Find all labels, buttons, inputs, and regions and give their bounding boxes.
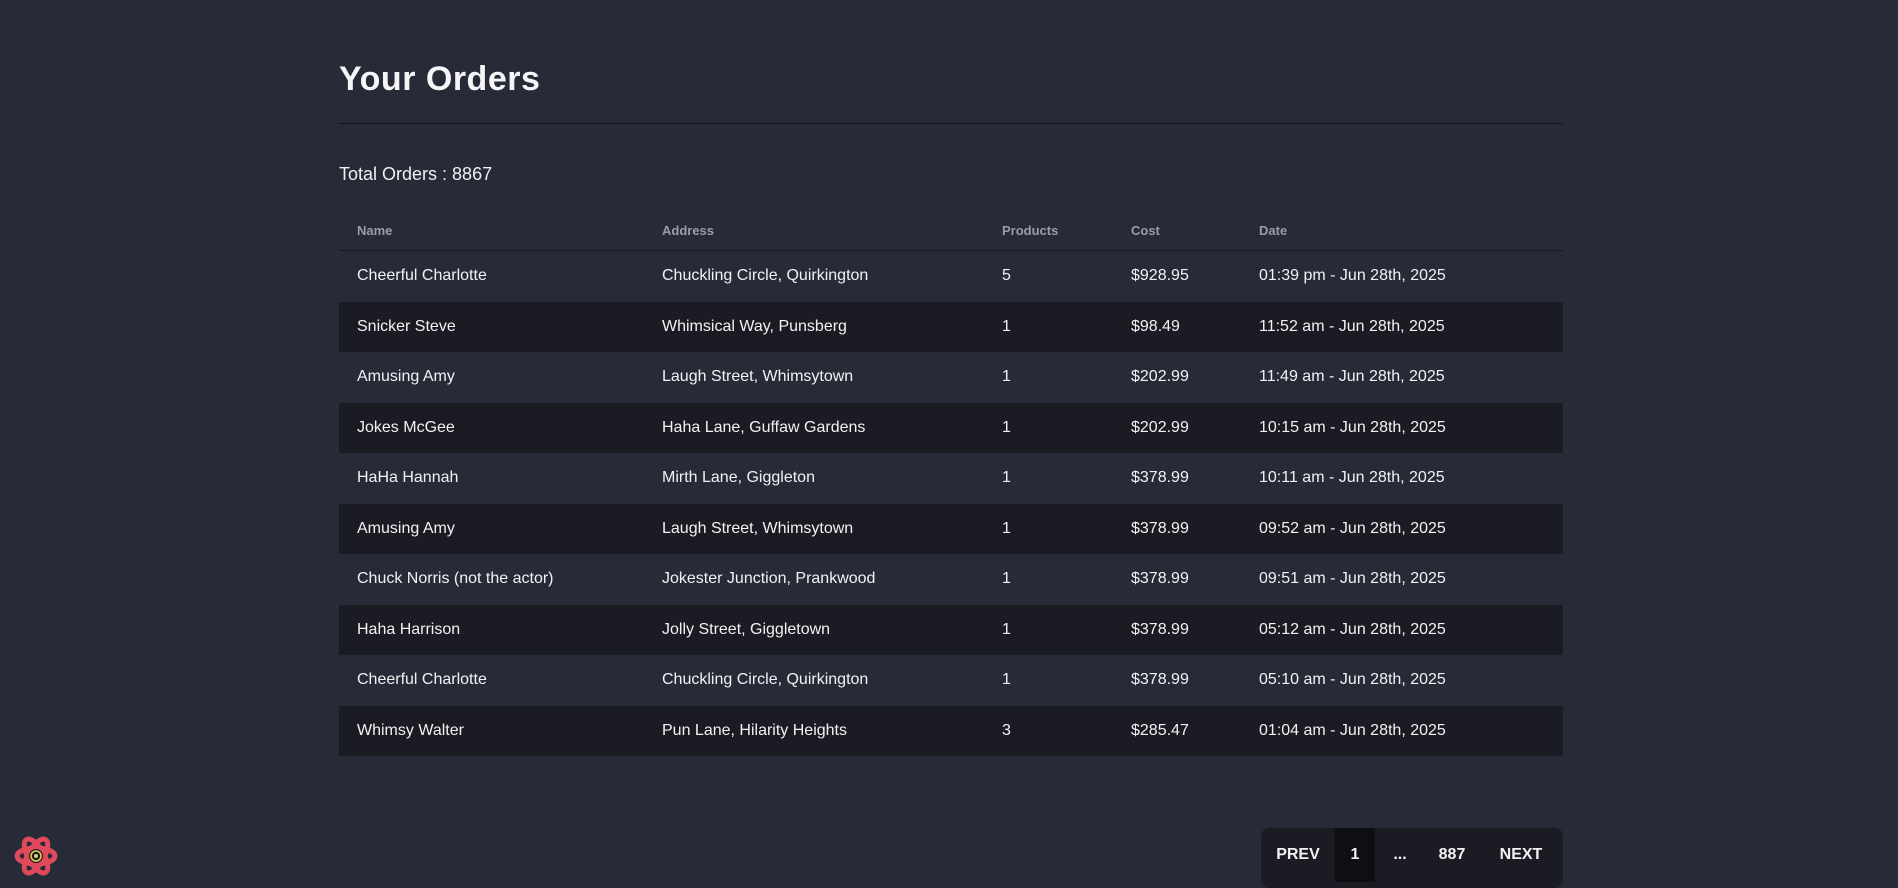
header-name: Name bbox=[357, 222, 393, 238]
cell-products: 1 bbox=[1002, 570, 1011, 588]
table-row[interactable]: Jokes McGee Haha Lane, Guffaw Gardens 1 … bbox=[339, 402, 1563, 453]
cell-name: HaHa Hannah bbox=[357, 469, 459, 487]
next-page-button[interactable]: NEXT bbox=[1479, 828, 1563, 882]
table-row[interactable]: Whimsy Walter Pun Lane, Hilarity Heights… bbox=[339, 705, 1563, 756]
cell-products: 1 bbox=[1002, 317, 1011, 335]
cell-products: 1 bbox=[1002, 620, 1011, 638]
cell-address: Mirth Lane, Giggleton bbox=[662, 469, 815, 487]
title-divider bbox=[339, 123, 1563, 124]
cell-products: 1 bbox=[1002, 368, 1011, 386]
table-row[interactable]: Cheerful Charlotte Chuckling Circle, Qui… bbox=[339, 655, 1563, 706]
cell-cost: $202.99 bbox=[1131, 418, 1189, 436]
cell-cost: $378.99 bbox=[1131, 570, 1189, 588]
cell-date: 10:15 am - Jun 28th, 2025 bbox=[1259, 418, 1446, 436]
cell-address: Jokester Junction, Prankwood bbox=[662, 570, 876, 588]
cell-products: 1 bbox=[1002, 519, 1011, 537]
cell-name: Snicker Steve bbox=[357, 317, 456, 335]
cell-name: Amusing Amy bbox=[357, 519, 455, 537]
cell-name: Haha Harrison bbox=[357, 620, 461, 638]
page-title: Your Orders bbox=[339, 60, 541, 98]
react-logo-icon-svg bbox=[14, 836, 58, 876]
cell-date: 01:04 am - Jun 28th, 2025 bbox=[1259, 721, 1446, 739]
pagination: PREV 1 ... 887 NEXT bbox=[1261, 828, 1563, 888]
header-cost: Cost bbox=[1131, 222, 1160, 238]
cell-name: Chuck Norris (not the actor) bbox=[357, 570, 554, 588]
table-row[interactable]: Amusing Amy Laugh Street, Whimsytown 1 $… bbox=[339, 503, 1563, 554]
total-orders-count: 8867 bbox=[452, 164, 493, 184]
cell-cost: $378.99 bbox=[1131, 469, 1189, 487]
cell-date: 11:52 am - Jun 28th, 2025 bbox=[1259, 317, 1445, 335]
cell-products: 3 bbox=[1002, 721, 1011, 739]
cell-date: 05:12 am - Jun 28th, 2025 bbox=[1259, 620, 1446, 638]
cell-name: Cheerful Charlotte bbox=[357, 267, 487, 285]
table-row[interactable]: HaHa Hannah Mirth Lane, Giggleton 1 $378… bbox=[339, 453, 1563, 504]
cell-address: Pun Lane, Hilarity Heights bbox=[662, 721, 847, 739]
header-address: Address bbox=[662, 222, 715, 238]
cell-date: 05:10 am - Jun 28th, 2025 bbox=[1259, 671, 1446, 689]
cell-products: 5 bbox=[1002, 267, 1011, 285]
cell-address: Laugh Street, Whimsytown bbox=[662, 519, 854, 537]
cell-cost: $98.49 bbox=[1131, 317, 1180, 335]
orders-table: Name Address Products Cost Date Cheerful… bbox=[339, 210, 1563, 756]
cell-cost: $202.99 bbox=[1131, 368, 1189, 386]
cell-products: 1 bbox=[1002, 469, 1011, 487]
react-logo-icon[interactable] bbox=[14, 834, 58, 878]
cell-cost: $378.99 bbox=[1131, 620, 1189, 638]
cell-address: Haha Lane, Guffaw Gardens bbox=[662, 418, 866, 436]
header-date: Date bbox=[1259, 222, 1288, 238]
cell-date: 01:39 pm - Jun 28th, 2025 bbox=[1259, 267, 1446, 285]
cell-cost: $928.95 bbox=[1131, 267, 1189, 285]
total-orders: Total Orders : 8867 bbox=[339, 164, 492, 185]
cell-date: 10:11 am - Jun 28th, 2025 bbox=[1259, 469, 1445, 487]
header-products: Products bbox=[1002, 222, 1059, 238]
cell-name: Whimsy Walter bbox=[357, 721, 464, 739]
table-row[interactable]: Cheerful Charlotte Chuckling Circle, Qui… bbox=[339, 251, 1563, 302]
table-header: Name Address Products Cost Date bbox=[339, 210, 1563, 251]
table-row[interactable]: Snicker Steve Whimsical Way, Punsberg 1 … bbox=[339, 301, 1563, 352]
cell-address: Chuckling Circle, Quirkington bbox=[662, 671, 869, 689]
cell-cost: $285.47 bbox=[1131, 721, 1189, 739]
cell-address: Laugh Street, Whimsytown bbox=[662, 368, 854, 386]
table-row[interactable]: Haha Harrison Jolly Street, Giggletown 1… bbox=[339, 604, 1563, 655]
prev-page-button[interactable]: PREV bbox=[1261, 828, 1335, 882]
cell-date: 09:52 am - Jun 28th, 2025 bbox=[1259, 519, 1446, 537]
cell-cost: $378.99 bbox=[1131, 671, 1189, 689]
cell-address: Chuckling Circle, Quirkington bbox=[662, 267, 869, 285]
cell-date: 09:51 am - Jun 28th, 2025 bbox=[1259, 570, 1446, 588]
table-row[interactable]: Chuck Norris (not the actor) Jokester Ju… bbox=[339, 554, 1563, 605]
page-1-button[interactable]: 1 bbox=[1335, 828, 1375, 882]
cell-address: Jolly Street, Giggletown bbox=[662, 620, 831, 638]
cell-products: 1 bbox=[1002, 671, 1011, 689]
last-page-button[interactable]: 887 bbox=[1425, 828, 1479, 882]
total-orders-label: Total Orders : bbox=[339, 164, 453, 184]
cell-address: Whimsical Way, Punsberg bbox=[662, 317, 847, 335]
cell-cost: $378.99 bbox=[1131, 519, 1189, 537]
cell-name: Amusing Amy bbox=[357, 368, 455, 386]
pagination-ellipsis[interactable]: ... bbox=[1375, 828, 1425, 882]
cell-name: Cheerful Charlotte bbox=[357, 671, 487, 689]
cell-name: Jokes McGee bbox=[357, 418, 455, 436]
cell-date: 11:49 am - Jun 28th, 2025 bbox=[1259, 368, 1445, 386]
cell-products: 1 bbox=[1002, 418, 1011, 436]
table-row[interactable]: Amusing Amy Laugh Street, Whimsytown 1 $… bbox=[339, 352, 1563, 403]
